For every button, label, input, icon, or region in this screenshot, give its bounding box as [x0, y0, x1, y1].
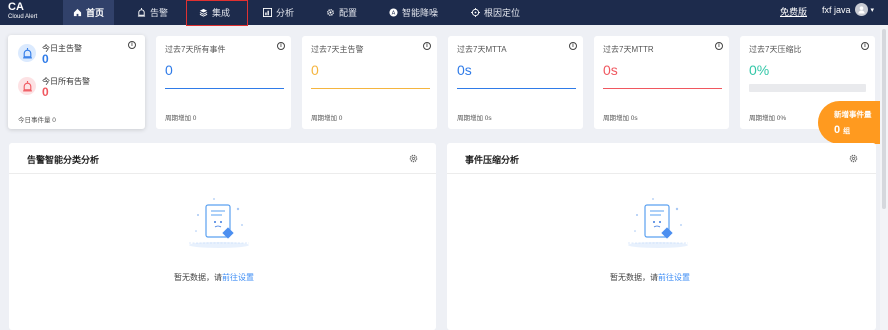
stat-title: 过去7天主告警	[311, 45, 364, 54]
stat-title: 过去7天MTTR	[603, 45, 654, 54]
logo[interactable]: CA Cloud Alert	[8, 2, 37, 21]
new-events-unit: 组	[843, 128, 851, 135]
svg-text:A: A	[392, 11, 396, 17]
stat-card-mttr: 过去7天MTTR i 0s 周期增加 0s	[594, 36, 729, 129]
today-all-alarm-label: 今日所有告警	[42, 77, 90, 86]
empty-text: 暂无数据，请	[174, 273, 222, 282]
event-compression-panel: 事件压缩分析 暂无数据，请前往设置	[447, 143, 876, 330]
today-all-alarm: 今日所有告警 0	[18, 77, 90, 98]
alarm-icon	[18, 77, 36, 95]
stat-footer: 周期增加 0s	[457, 115, 492, 122]
home-icon	[73, 8, 82, 17]
stat-underline	[457, 88, 576, 89]
stat-value: 0	[311, 62, 319, 78]
nav-item-label: 首页	[86, 8, 105, 18]
stat-value: 0	[165, 62, 173, 78]
compression-progress-bar	[749, 84, 866, 92]
stat-footer: 周期增加 0s	[603, 115, 638, 122]
empty-data-icon	[189, 198, 249, 248]
avatar	[854, 3, 868, 16]
today-alarms-card: i 今日主告警 0 今日所有告警 0 今日事件量 0	[8, 35, 145, 129]
empty-text: 暂无数据，请	[610, 273, 658, 282]
free-edition-link[interactable]: 免费版	[780, 5, 807, 18]
scrollbar-thumb[interactable]	[882, 29, 886, 209]
info-icon[interactable]: i	[277, 42, 285, 50]
info-icon[interactable]: i	[715, 42, 723, 50]
today-all-alarm-value: 0	[42, 85, 49, 99]
empty-data-icon	[628, 198, 688, 248]
nav-item-alarm[interactable]: 告警	[137, 0, 168, 25]
new-events-value: 0	[834, 124, 841, 136]
stat-card-events: 过去7天所有事件 i 0 周期增加 0	[156, 36, 291, 129]
stat-card-main-alarms: 过去7天主告警 i 0 周期增加 0	[302, 36, 437, 129]
stat-card-mtta: 过去7天MTTA i 0s 周期增加 0s	[448, 36, 583, 129]
today-main-alarm: 今日主告警 0	[18, 44, 82, 65]
stat-underline	[165, 88, 284, 89]
go-settings-link[interactable]: 前往设置	[222, 273, 254, 282]
stat-value: 0s	[457, 62, 472, 78]
empty-message: 暂无数据，请前往设置	[610, 272, 690, 283]
stat-underline	[603, 88, 722, 89]
alarm-classification-panel: 告警智能分类分析 暂无数据，请前往设置	[9, 143, 436, 330]
info-icon[interactable]: i	[569, 42, 577, 50]
nav-item-label: 分析	[276, 8, 295, 18]
scrollbar[interactable]	[880, 25, 888, 330]
stat-title: 过去7天压缩比	[749, 45, 802, 54]
chart-icon	[263, 8, 272, 17]
info-icon[interactable]: i	[423, 42, 431, 50]
info-icon[interactable]: i	[128, 41, 136, 49]
nav-item-label: 配置	[339, 8, 358, 18]
stat-title: 过去7天MTTA	[457, 45, 507, 54]
alarm-icon	[137, 8, 146, 17]
logo-title: CA	[8, 1, 24, 13]
target-icon	[471, 8, 480, 17]
alarm-icon	[18, 44, 36, 62]
user-menu[interactable]: fxf java ▾	[822, 3, 874, 16]
new-events-badge[interactable]: 新增事件量 0组	[818, 101, 888, 144]
panel-title: 告警智能分类分析	[27, 155, 100, 165]
gear-icon[interactable]	[409, 154, 418, 163]
nav-item-config[interactable]: 配置	[326, 0, 357, 25]
nav-item-analysis[interactable]: 分析	[263, 0, 294, 25]
stat-footer: 周期增加 0	[165, 115, 197, 122]
nav-item-label: 智能降噪	[402, 8, 439, 18]
panel-title: 事件压缩分析	[465, 155, 520, 165]
nav-item-label: 告警	[150, 8, 169, 18]
nav-item-noise-reduction[interactable]: A 智能降噪	[389, 0, 438, 25]
logo-subtitle: Cloud Alert	[8, 14, 38, 20]
chevron-down-icon: ▾	[870, 6, 875, 14]
stat-value: 0s	[603, 62, 618, 78]
stat-footer: 周期增加 0%	[749, 115, 787, 122]
noise-icon: A	[389, 8, 398, 17]
nav-item-home[interactable]: 首页	[63, 0, 115, 25]
user-name: fxf java	[822, 4, 851, 15]
divider	[9, 173, 436, 174]
today-events-footer: 今日事件量 0	[18, 117, 56, 124]
stat-value: 0%	[749, 62, 770, 78]
today-main-alarm-value: 0	[42, 52, 49, 66]
gear-icon[interactable]	[849, 154, 858, 163]
empty-message: 暂无数据，请前往设置	[174, 272, 254, 283]
highlight-box	[186, 0, 248, 26]
top-navigation-bar: CA Cloud Alert 首页 告警 集成 分析 配置 A 智能降噪 根因定…	[0, 0, 888, 26]
nav-item-root-cause[interactable]: 根因定位	[471, 0, 520, 25]
gear-icon	[326, 8, 335, 17]
go-settings-link[interactable]: 前往设置	[658, 273, 690, 282]
stat-title: 过去7天所有事件	[165, 45, 226, 54]
nav-item-label: 根因定位	[484, 8, 521, 18]
stat-underline	[311, 88, 430, 89]
divider	[447, 173, 876, 174]
info-icon[interactable]: i	[861, 42, 869, 50]
stat-footer: 周期增加 0	[311, 115, 343, 122]
